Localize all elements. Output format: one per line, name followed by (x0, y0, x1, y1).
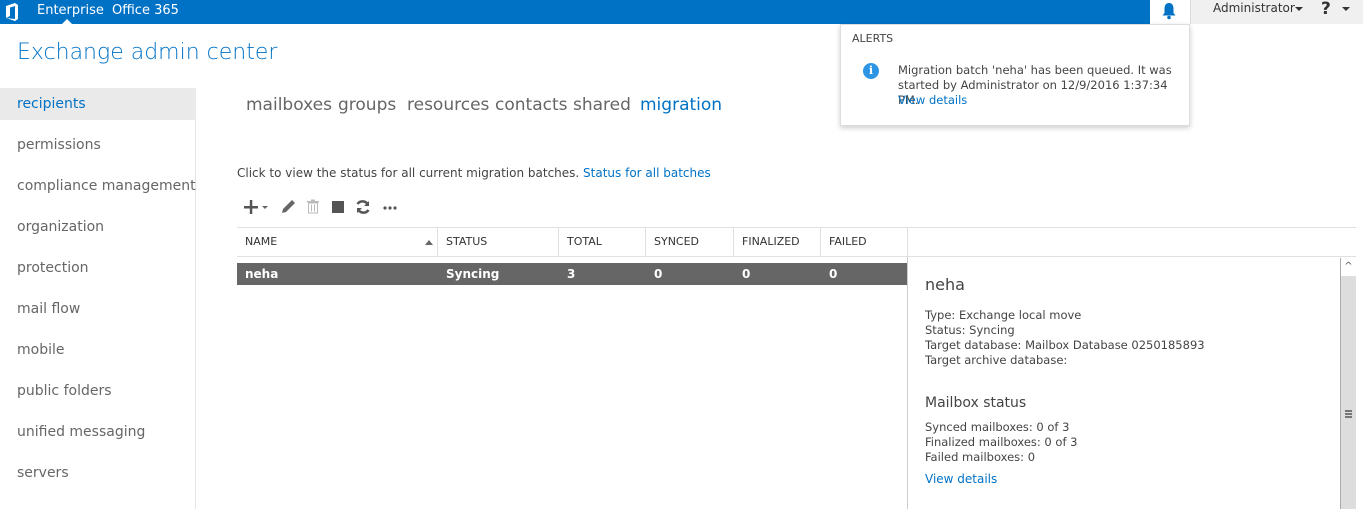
column-finalized[interactable]: FINALIZED (734, 228, 821, 257)
sidebar-item-compliance-management[interactable]: compliance management (0, 170, 196, 202)
sort-ascending-icon (425, 240, 433, 245)
scroll-up-icon[interactable]: ^ (1341, 258, 1356, 276)
failed-mailboxes: Failed mailboxes: 0 (925, 450, 1036, 464)
add-icon[interactable] (242, 197, 272, 217)
notifications-button[interactable] (1150, 0, 1188, 24)
cell-synced: 0 (654, 267, 663, 281)
sidebar-item-unified-messaging[interactable]: unified messaging (0, 416, 196, 448)
column-name-label: NAME (245, 235, 278, 248)
column-synced[interactable]: SYNCED (646, 228, 734, 257)
mailbox-status-info: Synced mailboxes: 0 of 3 Finalized mailb… (925, 420, 1077, 465)
sidebar-item-organization[interactable]: organization (0, 211, 196, 243)
tab-groups[interactable]: groups (338, 95, 396, 115)
cell-total: 3 (567, 267, 576, 281)
view-details-link[interactable]: View details (925, 472, 997, 486)
chevron-down-icon[interactable] (1295, 7, 1303, 11)
sidebar-item-protection[interactable]: protection (0, 252, 196, 284)
user-area: Administrator ? (1190, 0, 1363, 24)
cell-name: neha (245, 267, 279, 281)
status-hint: Click to view the status for all current… (237, 166, 711, 180)
sidebar-item-public-folders[interactable]: public folders (0, 375, 196, 407)
status-all-batches-link[interactable]: Status for all batches (583, 166, 711, 180)
cell-status: Syncing (446, 267, 500, 281)
sidebar-item-mail-flow[interactable]: mail flow (0, 293, 196, 325)
office365-link[interactable]: Office 365 (112, 3, 179, 18)
column-name[interactable]: NAME (237, 228, 438, 257)
chevron-down-icon[interactable] (1342, 7, 1350, 11)
hint-text: Click to view the status for all current… (237, 166, 584, 180)
sidebar-item-mobile[interactable]: mobile (0, 334, 196, 366)
cell-finalized: 0 (742, 267, 751, 281)
alerts-popup: ALERTS i Migration batch 'neha' has been… (840, 24, 1190, 126)
column-total[interactable]: TOTAL (559, 228, 646, 257)
help-button[interactable]: ? (1321, 0, 1331, 19)
top-bar: Enterprise Office 365 Administrator ? (0, 0, 1363, 24)
grid-header: NAME STATUS TOTAL SYNCED FINALIZED FAILE… (237, 227, 1356, 257)
office-logo-icon[interactable] (4, 3, 20, 21)
alert-view-details-link[interactable]: View details (898, 93, 967, 107)
details-info: Type: Exchange local move Status: Syncin… (925, 308, 1205, 368)
edit-icon[interactable] (279, 197, 297, 217)
enterprise-link[interactable]: Enterprise (37, 3, 104, 18)
sidebar-item-permissions[interactable]: permissions (0, 129, 196, 161)
sidebar-item-recipients[interactable]: recipients (0, 88, 196, 120)
details-status: Status: Syncing (925, 323, 1015, 337)
details-scrollbar[interactable]: ^ (1340, 258, 1356, 509)
sidebar: recipients permissions compliance manage… (0, 88, 196, 509)
finalized-mailboxes: Finalized mailboxes: 0 of 3 (925, 435, 1078, 449)
tab-migration[interactable]: migration (640, 95, 722, 115)
tab-resources[interactable]: resources (407, 95, 489, 115)
bell-icon (1162, 3, 1176, 20)
alerts-heading: ALERTS (852, 32, 894, 45)
info-icon: i (863, 63, 879, 79)
tab-contacts[interactable]: contacts (495, 95, 567, 115)
user-menu[interactable]: Administrator (1213, 1, 1295, 15)
cell-failed: 0 (829, 267, 838, 281)
mailbox-status-heading: Mailbox status (925, 395, 1027, 411)
details-pane: neha Type: Exchange local move Status: S… (907, 257, 1341, 509)
details-title: neha (925, 275, 965, 294)
table-row[interactable]: neha Syncing 3 0 0 0 (237, 263, 907, 285)
active-indicator (62, 19, 72, 24)
more-icon[interactable] (381, 197, 399, 217)
column-failed[interactable]: FAILED (821, 228, 908, 257)
details-type: Type: Exchange local move (925, 308, 1082, 322)
tab-shared[interactable]: shared (573, 95, 631, 115)
column-status[interactable]: STATUS (438, 228, 559, 257)
synced-mailboxes: Synced mailboxes: 0 of 3 (925, 420, 1070, 434)
details-archive-db: Target archive database: (925, 353, 1068, 367)
refresh-icon[interactable] (354, 197, 372, 217)
scroll-grip-icon[interactable] (1345, 410, 1352, 419)
delete-icon[interactable] (305, 197, 321, 217)
sidebar-item-servers[interactable]: servers (0, 457, 196, 489)
tab-mailboxes[interactable]: mailboxes (246, 95, 332, 115)
stop-icon[interactable] (330, 197, 346, 217)
app-title: Exchange admin center (17, 40, 278, 65)
details-target-db: Target database: Mailbox Database 025018… (925, 338, 1205, 352)
